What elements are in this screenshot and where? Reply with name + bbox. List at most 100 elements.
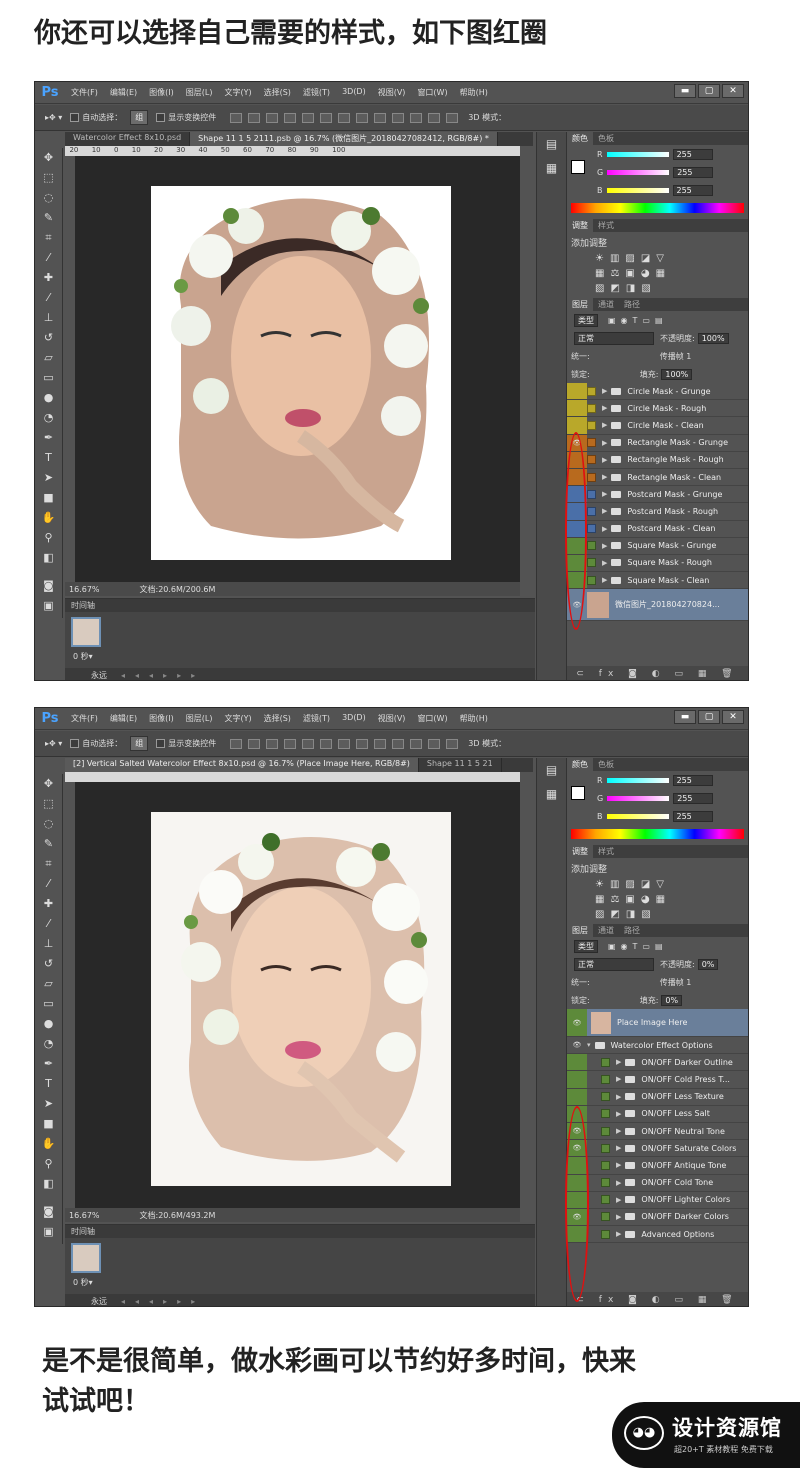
quick-mask-icon[interactable]: ◙ — [35, 576, 62, 596]
doc-tab-1[interactable]: Watercolor Effect 8x10.psd — [65, 132, 191, 146]
expand-arrow-icon[interactable]: ▶ — [602, 387, 607, 395]
menu-image[interactable]: 图像(I) — [149, 713, 174, 724]
layers-footer-icons[interactable]: ⊂ fx ◙ ◐ ▭ ▦ 🗑 — [567, 1292, 748, 1306]
tab-adjustments[interactable]: 调整 — [567, 219, 593, 232]
quick-mask-icon[interactable]: ◙ — [35, 1202, 62, 1222]
pen-tool-icon[interactable]: ✒ — [35, 428, 62, 448]
canvas-area[interactable] — [75, 782, 520, 1208]
type-tool-icon[interactable]: T — [35, 448, 62, 468]
menu-help[interactable]: 帮助(H) — [460, 87, 488, 98]
expand-arrow-icon[interactable]: ▶ — [616, 1179, 621, 1187]
move-tool-icon[interactable]: ▸✥ ▾ — [45, 113, 62, 122]
expand-arrow-icon[interactable]: ▶ — [616, 1110, 621, 1118]
expand-arrow-icon[interactable]: ▶ — [602, 490, 607, 498]
tab-color[interactable]: 颜色 — [567, 758, 593, 771]
b-slider[interactable] — [606, 813, 669, 819]
b-value[interactable]: 255 — [672, 184, 713, 196]
tab-layers[interactable]: 图层 — [567, 924, 593, 937]
tab-paths[interactable]: 路径 — [619, 924, 645, 937]
propagate-frame[interactable]: 传播帧 1 — [660, 977, 692, 988]
show-transform-checkbox[interactable] — [156, 113, 166, 122]
menu-layer[interactable]: 图层(L) — [186, 87, 213, 98]
menu-3d[interactable]: 3D(D) — [342, 87, 366, 98]
eye-icon[interactable] — [567, 1088, 587, 1105]
expand-arrow-icon[interactable]: ▶ — [602, 525, 607, 533]
stamp-tool-icon[interactable]: ⊥ — [35, 934, 62, 954]
minimize-button[interactable]: ▬ — [674, 710, 696, 724]
zoom-level[interactable]: 16.67% — [69, 585, 100, 594]
fill-value[interactable]: 0% — [661, 994, 683, 1006]
frame-thumbnail[interactable] — [71, 617, 101, 647]
eye-icon[interactable]: 👁 — [567, 1009, 587, 1036]
b-slider[interactable] — [606, 187, 669, 193]
expand-arrow-icon[interactable]: ▶ — [602, 576, 607, 584]
tab-adjustments[interactable]: 调整 — [567, 845, 593, 858]
menu-type[interactable]: 文字(Y) — [224, 713, 251, 724]
layer-row[interactable]: 👁 ▶ Rectangle Mask - Grunge — [567, 434, 748, 452]
maximize-button[interactable]: ▢ — [698, 710, 720, 724]
group-layer-name[interactable]: Watercolor Effect Options — [611, 1041, 713, 1050]
layer-row[interactable]: ▶ Square Mask - Rough — [567, 554, 748, 573]
expand-arrow-icon[interactable]: ▶ — [602, 542, 607, 550]
layer-row[interactable]: ▶ ON/OFF Less Texture — [567, 1088, 748, 1106]
kind-filter[interactable]: 类型 — [574, 313, 598, 327]
history-icon[interactable]: ▤ — [537, 758, 566, 782]
menu-file[interactable]: 文件(F) — [71, 713, 98, 724]
r-slider[interactable] — [606, 151, 669, 157]
expand-arrow-icon[interactable]: ▶ — [602, 507, 607, 515]
tab-channels[interactable]: 通道 — [593, 924, 619, 937]
b-value[interactable]: 255 — [672, 810, 713, 822]
r-value[interactable]: 255 — [672, 148, 713, 160]
playback-icons[interactable]: ◂◂◂▸▸▸ — [121, 671, 205, 680]
expand-arrow-icon[interactable]: ▶ — [602, 421, 607, 429]
quick-select-tool-icon[interactable]: ✎ — [35, 208, 62, 228]
expand-arrow-icon[interactable]: ▾ — [587, 1041, 591, 1049]
menu-select[interactable]: 选择(S) — [264, 87, 291, 98]
g-value[interactable]: 255 — [673, 166, 714, 178]
eye-icon[interactable] — [567, 417, 587, 434]
menu-image[interactable]: 图像(I) — [149, 87, 174, 98]
opacity-value[interactable]: 0% — [697, 958, 719, 970]
eraser-tool-icon[interactable]: ▱ — [35, 974, 62, 994]
align-buttons[interactable] — [230, 738, 464, 749]
layer-row[interactable]: ▶ Square Mask - Clean — [567, 572, 748, 590]
path-select-icon[interactable]: ➤ — [35, 468, 62, 488]
minimize-button[interactable]: ▬ — [674, 84, 696, 98]
close-button[interactable]: ✕ — [722, 710, 744, 724]
eye-icon[interactable] — [567, 1054, 587, 1071]
g-slider[interactable] — [607, 795, 670, 801]
canvas-area[interactable] — [75, 156, 520, 582]
lasso-tool-icon[interactable]: ◌ — [35, 188, 62, 208]
layer-row[interactable]: 👁 ▶ ON/OFF Saturate Colors — [567, 1140, 748, 1158]
loop-select[interactable]: 永远 — [91, 1296, 107, 1307]
loop-select[interactable]: 永远 — [91, 670, 107, 681]
eye-icon[interactable] — [567, 400, 587, 417]
layer-row[interactable]: ▶ Circle Mask - Clean — [567, 417, 748, 435]
eraser-tool-icon[interactable]: ▱ — [35, 348, 62, 368]
pen-tool-icon[interactable]: ✒ — [35, 1054, 62, 1074]
group-select[interactable]: 组 — [130, 736, 149, 751]
history-brush-icon[interactable]: ↺ — [35, 954, 62, 974]
layers-footer-icons[interactable]: ⊂ fx ◙ ◐ ▭ ▦ 🗑 — [567, 666, 748, 680]
expand-arrow-icon[interactable]: ▶ — [616, 1144, 621, 1152]
crop-tool-icon[interactable]: ⌗ — [35, 228, 62, 248]
shape-tool-icon[interactable]: ■ — [35, 488, 62, 508]
screen-mode-icon[interactable]: ▣ — [35, 596, 62, 616]
photo-layer-name[interactable]: 微信图片_201804270824... — [615, 599, 720, 610]
crop-tool-icon[interactable]: ⌗ — [35, 854, 62, 874]
layer-row[interactable]: ▶ Circle Mask - Rough — [567, 400, 748, 418]
gradient-tool-icon[interactable]: ▭ — [35, 368, 62, 388]
g-slider[interactable] — [607, 169, 670, 175]
brush-tool-icon[interactable]: ⁄ — [35, 288, 62, 308]
menu-3d[interactable]: 3D(D) — [342, 713, 366, 724]
doc-tab-1[interactable]: [2] Vertical Salted Watercolor Effect 8x… — [65, 758, 419, 772]
marquee-tool-icon[interactable]: ⬚ — [35, 168, 62, 188]
layer-row[interactable]: ▶ ON/OFF Antique Tone — [567, 1157, 748, 1175]
document-canvas[interactable] — [151, 186, 451, 560]
expand-arrow-icon[interactable]: ▶ — [616, 1127, 621, 1135]
layer-row[interactable]: ▶ Postcard Mask - Grunge — [567, 486, 748, 504]
type-tool-icon[interactable]: T — [35, 1074, 62, 1094]
quick-select-tool-icon[interactable]: ✎ — [35, 834, 62, 854]
eye-icon[interactable] — [567, 383, 587, 400]
opacity-value[interactable]: 100% — [697, 332, 729, 344]
